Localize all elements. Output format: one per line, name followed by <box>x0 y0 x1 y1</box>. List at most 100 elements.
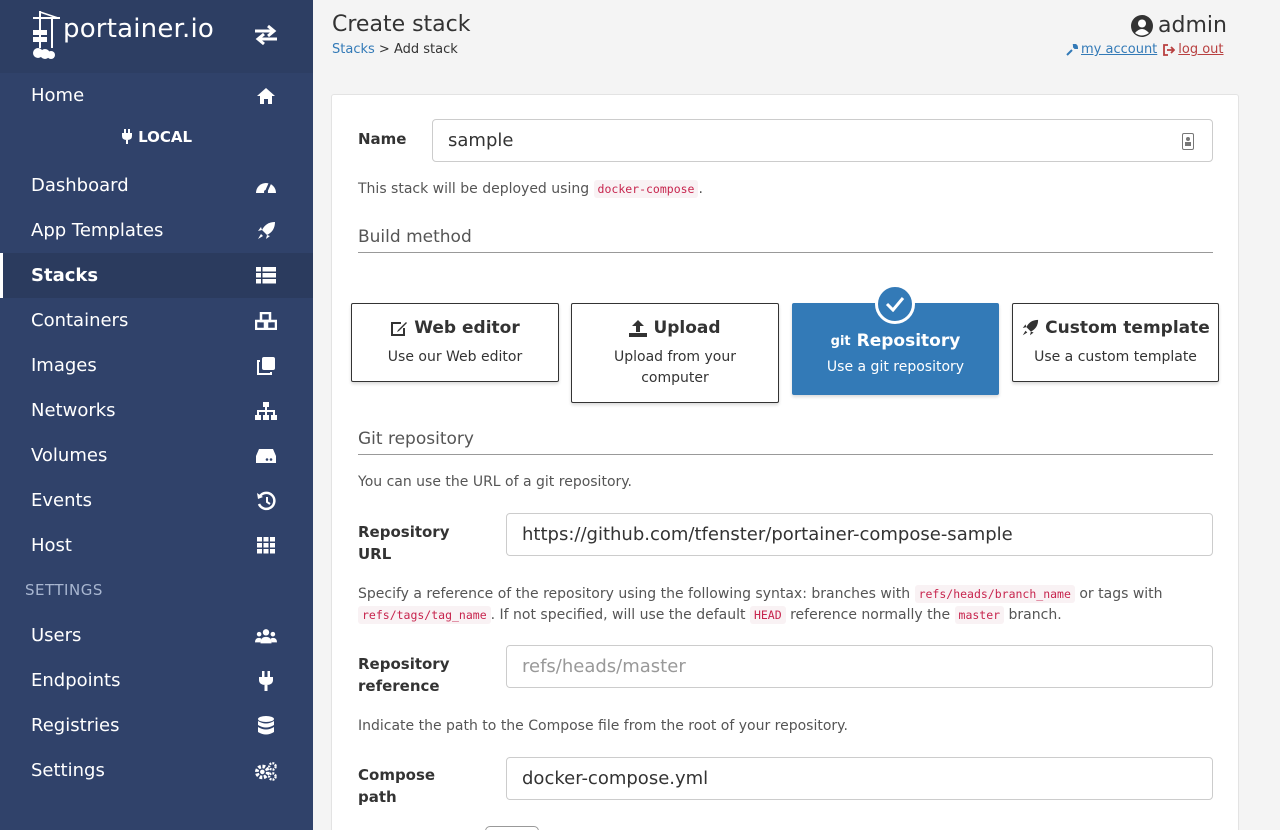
sidebar-item-events[interactable]: Events <box>0 478 313 523</box>
breadcrumb: Stacks > Add stack <box>332 42 458 57</box>
sidebar-item-containers[interactable]: Containers <box>0 298 313 343</box>
logo-text: portainer.io <box>63 14 215 44</box>
reference-help-code: refs/tags/tag_name <box>358 606 491 624</box>
reference-help-part: branch. <box>1008 607 1062 623</box>
my-account-label: my account <box>1081 42 1158 57</box>
tachometer-icon <box>255 175 277 197</box>
sidebar-item-label: Networks <box>31 400 116 421</box>
reference-help-text: Specify a reference of the repository us… <box>358 584 1213 626</box>
deploy-note-suffix: . <box>698 181 703 197</box>
sidebar-item-registries[interactable]: Registries <box>0 703 313 748</box>
sidebar-item-host[interactable]: Host <box>0 523 313 568</box>
reference-help-code: HEAD <box>749 606 786 624</box>
hdd-icon <box>255 445 277 467</box>
sidebar-item-label: Endpoints <box>31 670 121 691</box>
cubes-icon <box>255 310 277 332</box>
deploy-note: This stack will be deployed using docker… <box>358 179 703 200</box>
build-method-title-row: Upload <box>572 318 778 338</box>
logo-bar: portainer.io <box>0 0 313 73</box>
sidebar-item-label: Stacks <box>31 265 99 286</box>
page-scrollbar[interactable] <box>1270 0 1280 830</box>
build-method-label: Repository <box>856 331 961 351</box>
build-method-title-row: git Repository <box>793 331 998 351</box>
build-method-title: Build method <box>358 227 472 247</box>
sidebar-item-label: Events <box>31 490 92 511</box>
sidebar-item-label: Dashboard <box>31 175 129 196</box>
plug-icon <box>255 670 277 692</box>
sidebar-item-app-templates[interactable]: App Templates <box>0 208 313 253</box>
sidebar-item-home[interactable]: Home <box>0 73 313 118</box>
reference-help-part: Specify a reference of the repository us… <box>358 586 911 602</box>
user-menu: admin <box>1131 13 1227 38</box>
sidebar-item-label: Images <box>31 355 97 376</box>
sidebar-item-networks[interactable]: Networks <box>0 388 313 433</box>
my-account-link[interactable]: my account <box>1066 42 1157 57</box>
build-method-label: Custom template <box>1045 318 1210 338</box>
sidebar-item-label: Registries <box>31 715 120 736</box>
users-icon <box>255 625 277 647</box>
log-out-link[interactable]: log out <box>1163 42 1224 57</box>
compose-help-text: Indicate the path to the Compose file fr… <box>358 718 848 734</box>
clone-icon <box>255 355 277 377</box>
build-method-label: Web editor <box>414 318 520 338</box>
sidebar-item-endpoints[interactable]: Endpoints <box>0 658 313 703</box>
git-repository-divider <box>358 454 1213 455</box>
sidebar-item-volumes[interactable]: Volumes <box>0 433 313 478</box>
sign-out-icon <box>1163 43 1176 56</box>
sidebar-item-label: Users <box>31 625 82 646</box>
sidebar: portainer.io Home LOCAL Dashboard App Te… <box>0 0 313 830</box>
breadcrumb-stacks-link[interactable]: Stacks <box>332 42 375 57</box>
sidebar-item-dashboard[interactable]: Dashboard <box>0 163 313 208</box>
sidebar-item-users[interactable]: Users <box>0 613 313 658</box>
build-method-upload[interactable]: Upload Upload from your computer <box>571 303 779 403</box>
sitemap-icon <box>255 400 277 422</box>
sidebar-item-label: Home <box>31 85 85 106</box>
reference-help-part: reference normally the <box>790 607 951 623</box>
th-list-icon <box>255 265 277 287</box>
build-method-web-editor[interactable]: Web editor Use our Web editor <box>351 303 559 382</box>
contact-card-icon <box>1182 133 1194 150</box>
user-name: admin <box>1158 13 1227 38</box>
user-circle-icon <box>1131 14 1153 37</box>
endpoint-label-text: LOCAL <box>138 128 193 146</box>
git-repository-title: Git repository <box>358 429 474 449</box>
plug-icon <box>121 129 132 144</box>
account-links: my account log out <box>1066 42 1224 57</box>
build-method-title-row: Custom template <box>1013 318 1218 338</box>
repository-reference-placeholder: refs/heads/master <box>522 656 686 677</box>
selected-check-icon <box>875 284 915 324</box>
rocket-icon <box>1022 319 1039 336</box>
wrench-icon <box>1066 43 1078 56</box>
name-input-value: sample <box>448 130 514 151</box>
build-method-desc: Use a git repository <box>826 359 965 375</box>
repository-url-value: https://github.com/tfenster/portainer-co… <box>522 524 1013 545</box>
upload-icon <box>629 319 648 337</box>
sidebar-item-label: Settings <box>31 760 105 781</box>
sidebar-item-images[interactable]: Images <box>0 343 313 388</box>
rocket-icon <box>255 220 277 242</box>
name-input[interactable]: sample <box>432 119 1213 162</box>
toggle-switch[interactable] <box>485 826 539 830</box>
database-icon <box>255 715 277 737</box>
history-icon <box>255 490 277 512</box>
compose-path-input[interactable]: docker-compose.yml <box>506 757 1213 800</box>
git-icon: git <box>830 333 851 349</box>
compose-path-label: Compose path <box>358 766 436 806</box>
reference-help-code: master <box>954 606 1005 624</box>
reference-help-part: or tags with <box>1079 586 1163 602</box>
sidebar-item-label: Volumes <box>31 445 108 466</box>
breadcrumb-separator: > <box>378 42 394 57</box>
build-method-custom-template[interactable]: Custom template Use a custom template <box>1012 303 1219 382</box>
sidebar-item-label: Containers <box>31 310 129 331</box>
endpoint-label: LOCAL <box>0 128 313 146</box>
home-icon <box>255 85 277 107</box>
settings-section-title: SETTINGS <box>25 581 103 599</box>
repository-url-input[interactable]: https://github.com/tfenster/portainer-co… <box>506 513 1213 556</box>
breadcrumb-current: Add stack <box>393 42 458 57</box>
exchange-icon[interactable] <box>253 24 279 46</box>
repository-reference-input[interactable]: refs/heads/master <box>506 645 1213 688</box>
compose-path-value: docker-compose.yml <box>522 768 709 789</box>
sidebar-item-stacks[interactable]: Stacks <box>0 253 313 298</box>
sidebar-item-settings[interactable]: Settings <box>0 748 313 793</box>
deploy-note-code: docker-compose <box>593 180 699 198</box>
